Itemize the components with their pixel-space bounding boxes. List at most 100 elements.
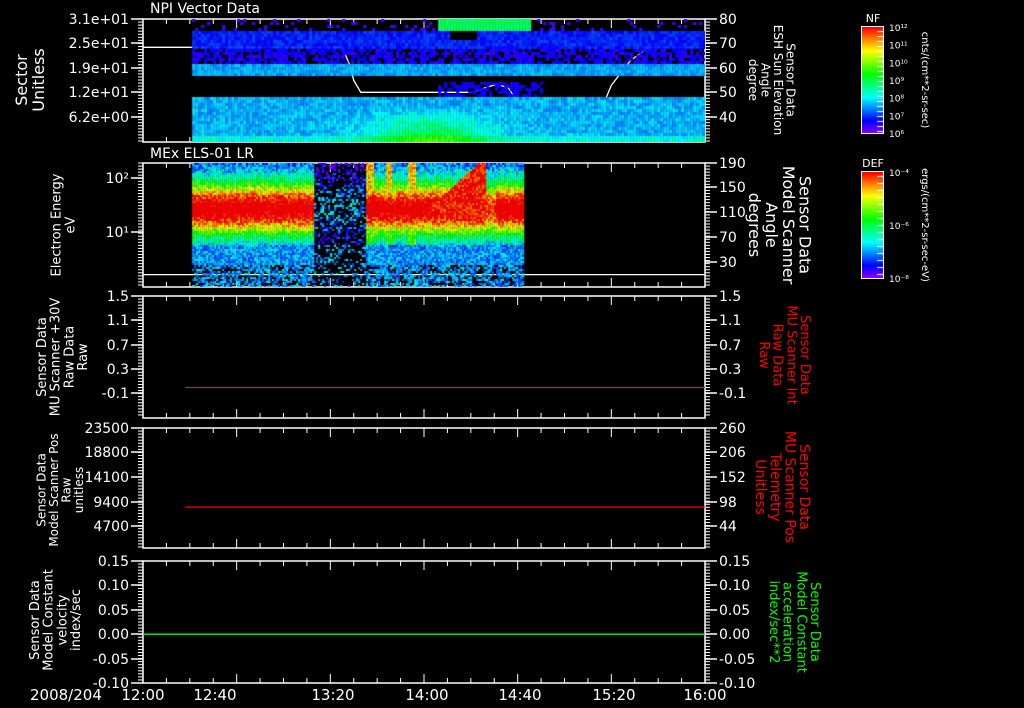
tick-label: -0.1	[719, 386, 746, 402]
time-label: 14:40	[498, 686, 541, 704]
tick-label: 0.15	[98, 554, 129, 570]
time-label: 14:00	[405, 686, 448, 704]
tick-label: 3.1e+01	[69, 12, 129, 28]
tick-label: 4700	[93, 519, 129, 535]
tick-label: 0.10	[719, 578, 750, 594]
colorbar-tick-label: 10⁷	[889, 112, 904, 122]
tick-label: 50	[719, 85, 737, 101]
right-axis-label-line: Unitless	[752, 459, 768, 515]
colorbar-tick-label: 10⁶	[889, 130, 904, 140]
left-axis-label-line: eV	[63, 216, 78, 233]
tick-label: 60	[719, 61, 737, 77]
tick-label: 0.00	[98, 627, 129, 643]
tick-label: -0.05	[93, 652, 129, 668]
left-axis-label-line: Unitless	[29, 48, 48, 112]
tick-label: 18800	[84, 445, 129, 461]
time-label: 15:20	[592, 686, 635, 704]
colorbar-tick-label: 10⁻⁸	[889, 275, 909, 285]
tick-label: 1.9e+01	[69, 61, 129, 77]
tick-label: 80	[719, 12, 737, 28]
tick-label: 190	[719, 156, 746, 172]
right-axis-label: Sensor DataMU Scanner IntRaw DataRaw	[756, 305, 812, 404]
left-axis-label: Sensor DataMU Scanner +30VRaw DataRaw	[35, 298, 91, 417]
colorbar-units: ergs/(cm**2-sr-sec-eV)	[919, 168, 930, 282]
tick-label: 44	[719, 519, 737, 535]
left-axis-label-line: Raw	[76, 343, 91, 371]
right-axis-label-line: Telemetry	[767, 451, 783, 521]
tick-label: 10¹	[106, 225, 129, 241]
right-axis-label: Sensor DataMU Scanner PosTelemetryUnitle…	[752, 431, 812, 543]
date-label: 2008/204	[30, 686, 102, 704]
els-spectrogram	[143, 163, 705, 287]
tick-label: 1.1	[719, 313, 741, 329]
colorbar-tick-label: 10⁹	[889, 77, 904, 87]
panel-title: MEx ELS-01 LR	[150, 146, 254, 162]
npi-spectrogram	[143, 19, 705, 142]
tick-label: 110	[719, 205, 746, 221]
tick-label: 0.10	[98, 578, 129, 594]
panel-frame	[142, 427, 706, 549]
tick-label: 70	[719, 36, 737, 52]
right-axis-label-line: index/sec**2	[766, 580, 781, 663]
colorbar-tick-label: 10¹¹	[889, 42, 908, 52]
left-axis-label: Sensor DataModel Constantvelocityindex/s…	[28, 569, 84, 671]
right-axis-label: Sensor DataESH Sun ElevationAngledegree	[746, 25, 798, 135]
tick-label: -0.05	[719, 652, 755, 668]
tick-label: 2.5e+01	[69, 36, 129, 52]
tick-label: 98	[719, 495, 737, 511]
right-axis-label-line: MU Scanner Pos	[781, 431, 797, 543]
tick-label: 23500	[84, 421, 129, 437]
tick-label: 1.2e+01	[69, 85, 129, 101]
colorbar-tick-label: 10¹⁰	[889, 59, 908, 69]
colorbar-tick-label: 10¹²	[889, 24, 908, 34]
tick-label: 206	[719, 445, 746, 461]
left-axis-label-line: unitless	[72, 467, 86, 513]
tick-label: 0.05	[98, 603, 129, 619]
tick-label: 70	[719, 230, 737, 246]
panel-title: NPI Vector Data	[150, 1, 260, 17]
colorbar-tick-label: 10⁸	[889, 95, 904, 105]
tick-label: 1.5	[719, 289, 741, 305]
tick-label: 1.1	[107, 313, 129, 329]
tick-label: 30	[719, 255, 737, 271]
panel-frame	[142, 295, 706, 419]
tick-label: 1.5	[107, 289, 129, 305]
colorbar-tick-label: 10⁻⁶	[889, 222, 909, 232]
time-label: 13:20	[311, 686, 354, 704]
time-label: 16:00	[683, 686, 726, 704]
tick-label: 0.3	[719, 362, 741, 378]
tick-label: 40	[719, 110, 737, 126]
tick-label: -0.1	[102, 386, 129, 402]
tick-label: 0.7	[719, 338, 741, 354]
colorbar-title: NF	[866, 12, 881, 25]
tick-label: 14100	[84, 470, 129, 486]
colorbar-title: DEF	[862, 157, 884, 170]
right-axis-label-line: degree	[746, 59, 760, 101]
tick-label: 152	[719, 470, 746, 486]
nf-colorbar	[862, 27, 883, 133]
def-colorbar	[862, 172, 883, 278]
colorbar-units: cnts/(cm**2-sr-sec)	[919, 32, 930, 129]
right-axis-label: Sensor DataModel ScannerAngledegrees	[745, 166, 814, 285]
left-axis-label: Electron EnergyeV	[50, 173, 79, 276]
left-axis-label-line: index/sec	[69, 589, 84, 651]
time-label: 12:00	[121, 686, 164, 704]
right-axis-label-line: Raw	[756, 341, 771, 369]
tick-label: 0.05	[719, 603, 750, 619]
tick-label: 150	[719, 180, 746, 196]
tick-label: 6.2e+00	[69, 110, 129, 126]
right-axis-label: Sensor DataModel Constantaccelerationind…	[766, 571, 822, 673]
tick-label: 0.7	[107, 338, 129, 354]
tick-label: 9400	[93, 495, 129, 511]
tick-label: 0.3	[107, 362, 129, 378]
colorbar-tick-label: 10⁻⁴	[889, 169, 909, 179]
tick-label: 0.00	[719, 627, 750, 643]
tick-label: 0.15	[719, 554, 750, 570]
left-axis-label: Sensor DataModel Scanner PosRawunitless	[34, 433, 86, 546]
time-label: 12:40	[193, 686, 236, 704]
right-axis-label-line: degrees	[745, 193, 764, 257]
right-axis-label-line: Sensor Data	[796, 444, 812, 530]
panel-frame	[142, 560, 706, 684]
tick-label: 10²	[106, 171, 129, 187]
left-axis-label: SectorUnitless	[12, 48, 48, 112]
